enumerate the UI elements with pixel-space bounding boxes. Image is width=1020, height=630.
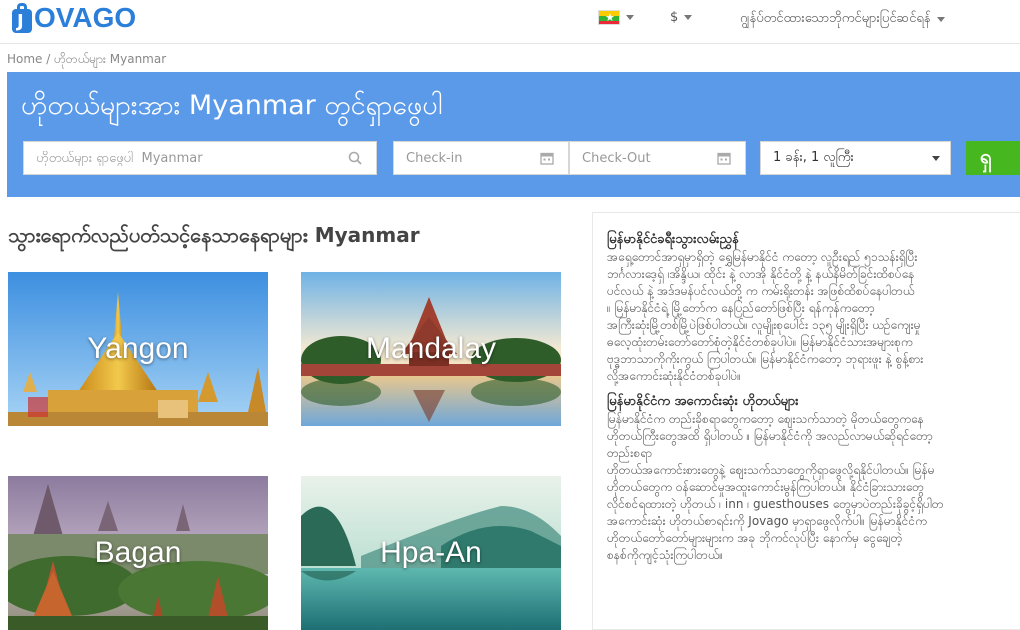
site-header: J OVAGO ★ $ ဂျွန်ပ်တင်ထားသောဘိုကင်များပြ…	[0, 0, 1020, 44]
currency-selector[interactable]: $	[670, 10, 693, 25]
chevron-down-icon	[936, 17, 945, 22]
calendar-icon	[540, 151, 554, 169]
destination-tile-mandalay[interactable]: Mandalay	[301, 272, 561, 426]
tile-label: Bagan	[94, 536, 182, 569]
hotels-text: စနစ်ကိုကျင့်သုံးကြပါတယ်။	[607, 548, 724, 562]
language-selector[interactable]: ★	[598, 10, 634, 25]
guests-select[interactable]: 1 ခန်း, 1 လူကြီး	[760, 141, 951, 175]
hotels-text: လိုင်စင်ရထားတဲ့ ဟိုတယ် ၊ inn ၊ guesthous…	[607, 497, 944, 511]
hotels-text: ဟိုတယ်အကောင်းစားတွေနဲ့ ဈေးသက်သာတွေကိုရှာ…	[607, 463, 935, 477]
tile-label: Mandalay	[365, 332, 497, 365]
chevron-down-icon	[932, 156, 940, 161]
chevron-down-icon	[626, 15, 634, 20]
chevron-down-icon	[684, 15, 693, 20]
destinations-title: သွားရောက်လည်ပတ်သင့်နေသာနေရာများ Myanmar	[8, 223, 420, 247]
currency-label: $	[670, 10, 679, 25]
hotels-text: ဟိုတယ်ကြီးတွေအထိ ရှိပါတယ် ။ မြန်မာနိုင်င…	[607, 429, 933, 443]
logo-text: OVAGO	[34, 2, 137, 33]
guide-text: ။ မြန်မာနိုင်ငံရဲ့ မြို့တော်က နေပြည်တော်…	[607, 301, 875, 315]
tile-label: Hpa-An	[380, 536, 482, 569]
guide-text: ဘင်္ဂလားဒေ့ရှ် ၊အိန္ဒိယ၊ ထိုင်း နဲ့ လာအိ…	[607, 267, 915, 281]
guide-text: ပင်လယ် နဲ့ အဒ်ဒမန်ပင်လယ်တို့ က ကမ်းရိုးတ…	[607, 284, 915, 298]
manage-bookings-menu[interactable]: ဂျွန်ပ်တင်ထားသောဘိုကင်များပြင်ဆင်ရန်	[740, 10, 945, 29]
guide-heading: မြန်မာနိုင်ငံခရီးသွားလမ်းညွှန်	[607, 232, 739, 247]
calendar-icon	[717, 151, 731, 169]
guide-text: လို့အကောင်းဆုံးနိုင်ငံတစ်ခုပါပဲ။	[607, 369, 741, 383]
myanmar-flag-icon: ★	[598, 10, 620, 25]
hotels-text: အကောင်းဆုံး ဟိုတယ်စာရင်းကို Jovago မှာရှ…	[607, 514, 927, 528]
hotels-text: ဟိုတယ်တော်တော်များများက အခု ဘိုကင်လုပ်ပြ…	[607, 531, 903, 545]
search-title: ဟိုတယ်များအား Myanmar တွင်ရှာဖွေပါ	[21, 90, 443, 121]
breadcrumb-current: ဟိုတယ်များ Myanmar	[54, 52, 167, 66]
suitcase-logo-icon: J	[10, 1, 34, 35]
destination-input[interactable]	[36, 150, 376, 166]
manage-bookings-label: ဂျွန်ပ်တင်ထားသောဘိုကင်များပြင်ဆင်ရန်	[740, 11, 931, 26]
search-button[interactable]: ရှ	[966, 141, 1020, 175]
guide-text: ဗုဒ္ဓဘာသာကိုကိုးကွယ် ကြပါတယ်။ မြန်မာနိုင…	[607, 352, 924, 366]
tile-label: Yangon	[87, 332, 189, 365]
hotels-text: ဟိုတယ်တွေက ဝန်ဆောင်မှုအထူးကောင်းမွန်ကြပါ…	[607, 480, 924, 494]
destination-tile-bagan[interactable]: Bagan	[8, 476, 268, 630]
breadcrumb: Home / ဟိုတယ်များ Myanmar	[7, 51, 166, 69]
guide-text: အရှေ့တောင်အာရှမှာရှိတဲ့ ရွှေမြန်မာနိုင်င…	[607, 250, 918, 264]
destination-tile-hpa-an[interactable]: Hpa-An	[301, 476, 561, 630]
travel-guide-panel: မြန်မာနိုင်ငံခရီးသွားလမ်းညွှန် အရှေ့တောင…	[592, 212, 1020, 630]
guide-text: ဓလေ့ထုံးတမ်းတော်တော်စုံတဲ့နိုင်ငံတစ်ခုပါ…	[607, 335, 913, 349]
destination-tile-yangon[interactable]: Yangon	[8, 272, 268, 426]
checkin-field[interactable]	[393, 141, 569, 175]
breadcrumb-separator: /	[46, 52, 51, 66]
jovago-logo[interactable]: J OVAGO	[10, 0, 136, 36]
hotel-search-panel: ဟိုတယ်များအား Myanmar တွင်ရှာဖွေပါ 1 ခန်…	[7, 72, 1020, 197]
hotels-text: တည်းစရာ	[607, 446, 652, 460]
guide-text: အကြီးဆုံးမြို့တစ်မြို့ပဲဖြစ်ပါတယ်။ လူမျိ…	[607, 318, 921, 332]
destination-field[interactable]	[23, 141, 377, 175]
breadcrumb-home[interactable]: Home	[7, 52, 42, 66]
best-hotels-heading: မြန်မာနိုင်ငံက အကောင်းဆုံး ဟိုတယ်များ	[607, 394, 799, 409]
checkout-field[interactable]	[569, 141, 746, 175]
guests-value: 1 ခန်း, 1 လူကြီး	[773, 149, 854, 165]
hotels-text: မြန်မာနိုင်ငံက တည်းခိုစရာတွေကတော့ ဈေးသက်…	[607, 412, 924, 426]
search-icon	[348, 151, 362, 169]
